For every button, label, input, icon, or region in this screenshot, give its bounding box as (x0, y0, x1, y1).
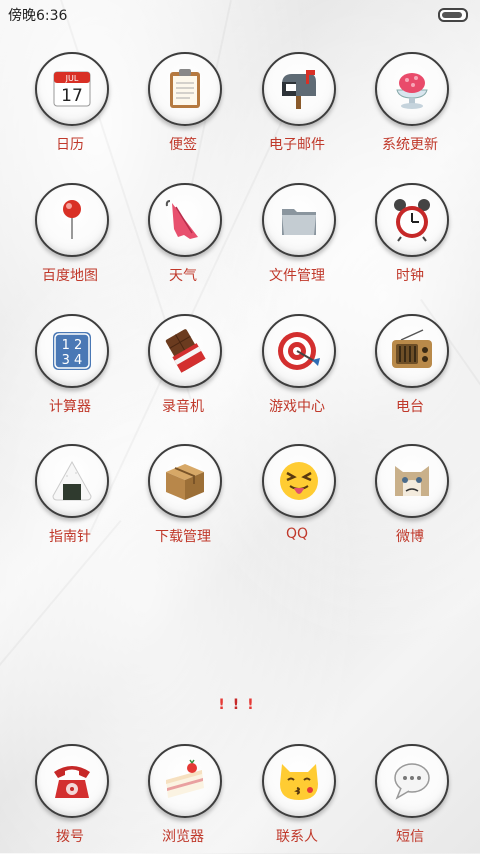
app-label: 浏览器 (162, 829, 204, 845)
dock-contacts[interactable]: 联系人 (247, 744, 347, 854)
app-email[interactable]: 电子邮件 (247, 52, 347, 162)
app-label: 短信 (396, 829, 424, 845)
status-bar: 傍晚6:36 (0, 0, 480, 28)
clipboard-icon (170, 69, 200, 108)
app-label: 电子邮件 (269, 137, 325, 153)
page-dot[interactable]: ! (218, 697, 232, 713)
app-label: 录音机 (162, 399, 204, 415)
app-label: 便签 (169, 137, 197, 153)
umbrella-icon (165, 200, 198, 239)
app-label: 指南针 (49, 529, 91, 545)
alarm-clock-icon (394, 199, 430, 242)
app-label: 拨号 (56, 829, 84, 845)
app-file-manager[interactable]: 文件管理 (247, 183, 347, 293)
app-label: 电台 (396, 399, 424, 415)
dart-target-icon (278, 332, 320, 370)
mailbox-icon (282, 70, 316, 109)
dock-dialer[interactable]: 拨号 (20, 744, 120, 854)
app-baidu-map[interactable]: 百度地图 (20, 183, 120, 293)
chocolate-icon (165, 329, 206, 373)
app-weather[interactable]: 天气 (133, 183, 233, 293)
radio-icon (392, 329, 432, 368)
app-label: 文件管理 (269, 268, 325, 284)
app-label: 计算器 (49, 399, 91, 415)
calendar-icon: JUL 17 (53, 71, 91, 107)
app-compass[interactable]: 指南针 (20, 444, 120, 554)
rice-ball-icon (52, 460, 92, 501)
pushpin-icon (63, 200, 81, 239)
app-calculator[interactable]: 1 2 3 4 计算器 (20, 314, 120, 424)
app-clock[interactable]: 时钟 (360, 183, 460, 293)
app-label: 天气 (169, 268, 197, 284)
app-label: 时钟 (396, 268, 424, 284)
page-dot-active[interactable]: ! (233, 697, 247, 713)
app-label: 游戏中心 (269, 399, 325, 415)
page-dot[interactable]: ! (247, 697, 261, 713)
app-system-update[interactable]: 系统更新 (360, 52, 460, 162)
telephone-icon (54, 766, 90, 798)
app-notes[interactable]: 便签 (133, 52, 233, 162)
app-qq[interactable]: QQ (247, 444, 347, 554)
app-game-center[interactable]: 游戏中心 (247, 314, 347, 424)
app-recorder[interactable]: 录音机 (133, 314, 233, 424)
app-label: 日历 (56, 137, 84, 153)
tongue-face-icon (280, 462, 318, 500)
dock-messages[interactable]: 短信 (360, 744, 460, 854)
battery-icon (438, 8, 468, 22)
app-label: 下载管理 (155, 529, 211, 545)
svg-text:17: 17 (61, 86, 83, 106)
shaved-ice-icon (396, 73, 428, 109)
dock-browser[interactable]: 浏览器 (133, 744, 233, 854)
app-label: 联系人 (276, 829, 318, 845)
app-radio[interactable]: 电台 (360, 314, 460, 424)
speech-bubble-icon (394, 763, 430, 800)
numbers-icon: 1 2 3 4 (53, 332, 91, 370)
app-weibo[interactable]: 微博 (360, 444, 460, 554)
kissing-cat-icon (280, 764, 318, 800)
svg-text:JUL: JUL (65, 74, 79, 83)
app-download-manager[interactable]: 下载管理 (133, 444, 233, 554)
svg-text:3 4: 3 4 (62, 353, 83, 368)
cake-icon (166, 759, 204, 798)
svg-text:1 2: 1 2 (62, 338, 83, 353)
folder-icon (282, 209, 316, 235)
app-label: 微博 (396, 529, 424, 545)
status-time: 傍晚6:36 (8, 8, 68, 24)
page-indicator: !!! (0, 697, 480, 713)
app-label: 系统更新 (382, 137, 438, 153)
app-label: QQ (285, 526, 309, 542)
grumpy-cat-icon (395, 466, 429, 496)
app-calendar[interactable]: JUL 17 日历 (20, 52, 120, 162)
app-label: 百度地图 (42, 268, 98, 284)
package-icon (166, 464, 204, 500)
